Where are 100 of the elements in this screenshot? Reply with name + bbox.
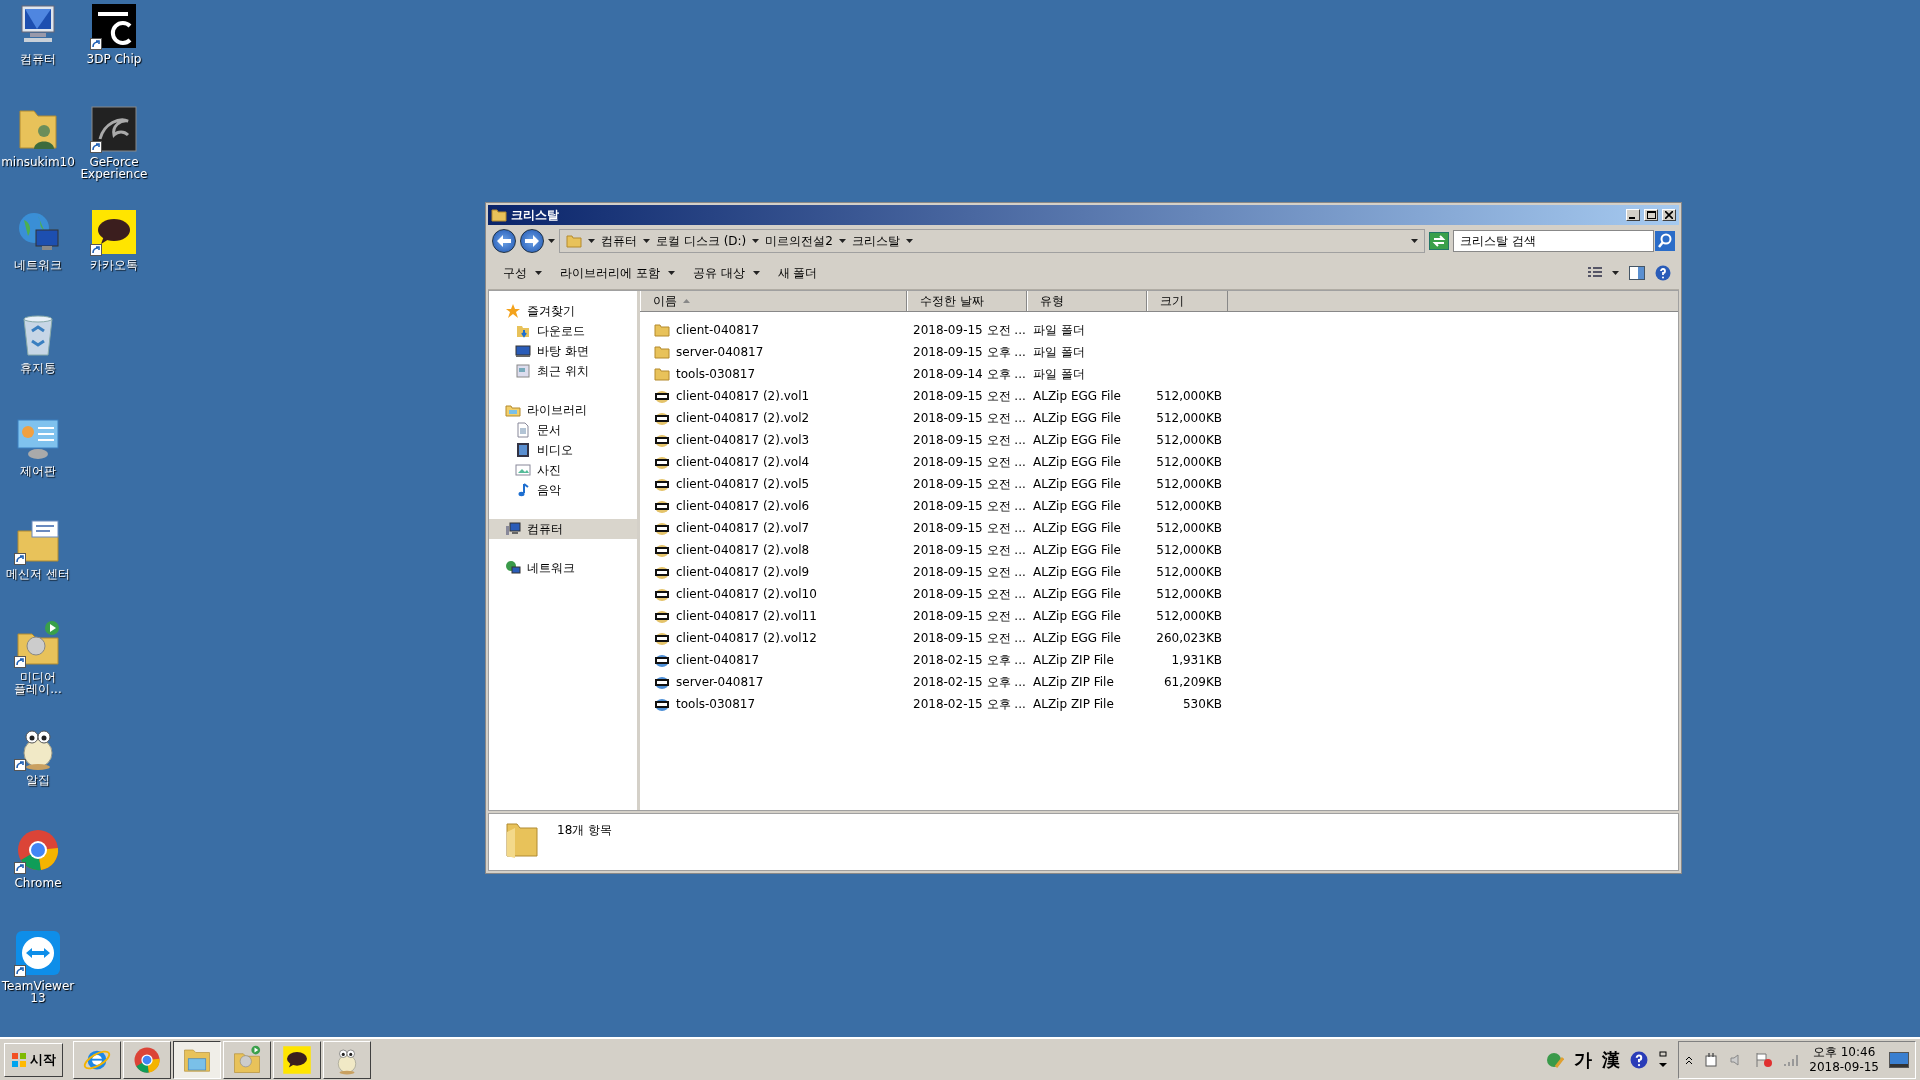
nav-item[interactable]: 즐겨찾기 [489, 301, 637, 321]
picture-icon [515, 462, 531, 478]
desktop-icon-label[interactable]: 컴퓨터 [0, 53, 76, 65]
toolbar-button[interactable]: 라이브러리에 포함 [553, 260, 682, 286]
nav-item[interactable]: 문서 [489, 420, 637, 440]
caret-icon [752, 271, 760, 275]
archive-icon [654, 388, 670, 404]
plug-icon[interactable] [1703, 1051, 1720, 1068]
desktop-icon-label[interactable]: 3DP Chip [76, 53, 152, 65]
address-bar[interactable]: 컴퓨터 로컬 디스크 (D:) 미르의전설2 크리스탈 [559, 229, 1425, 253]
desktop-icon-label[interactable]: 미디어 플레이... [0, 671, 76, 695]
file-name[interactable]: client-040817 (2).vol7 [676, 521, 810, 535]
folder-icon [654, 366, 670, 382]
forward-button[interactable] [520, 229, 544, 253]
close-icon [1665, 211, 1673, 219]
file-name[interactable]: client-040817 (2).vol10 [676, 587, 817, 601]
column-header[interactable]: 수정한 날짜 [907, 291, 1027, 311]
archive-icon [654, 520, 670, 536]
nav-item[interactable]: 네트워크 [489, 558, 637, 578]
file-name[interactable]: client-040817 (2).vol4 [676, 455, 810, 469]
desktop-icon-label[interactable]: minsukim10 [0, 156, 76, 168]
file-type: ALZip EGG File [1032, 565, 1122, 579]
file-name[interactable]: client-040817 (2).vol12 [676, 631, 817, 645]
nav-item[interactable]: 사진 [489, 460, 637, 480]
clock-time[interactable]: 오후 10:46 [1812, 1044, 1876, 1060]
file-name[interactable]: client-040817 [676, 653, 760, 667]
breadcrumb[interactable]: 크리스탈 [851, 232, 900, 250]
file-name[interactable]: client-040817 [676, 323, 760, 337]
nav-item[interactable]: 음악 [489, 480, 637, 500]
desktop-icon-label[interactable]: 네트워크 [0, 259, 76, 271]
search-icon[interactable] [1655, 231, 1675, 251]
nav-item[interactable]: 라이브러리 [489, 400, 637, 420]
column-header[interactable]: 이름 [640, 291, 907, 311]
file-name[interactable]: client-040817 (2).vol1 [676, 389, 810, 403]
file-name[interactable]: client-040817 (2).vol11 [676, 609, 817, 623]
toolbar-button[interactable]: 새 폴더 [770, 260, 825, 286]
desktop-icon-label[interactable]: Chrome [0, 877, 76, 889]
taskbar-button[interactable] [173, 1040, 221, 1079]
monitor-icon [515, 343, 531, 359]
nav-item[interactable]: 컴퓨터 [489, 519, 637, 539]
column-header[interactable]: 크기 [1147, 291, 1228, 311]
restore-icon[interactable] [1658, 1050, 1669, 1069]
item-count: 18개 항목 [557, 822, 613, 839]
nav-item[interactable]: 비디오 [489, 440, 637, 460]
show-desktop-icon[interactable] [1889, 1051, 1909, 1068]
file-name[interactable]: client-040817 (2).vol6 [676, 499, 810, 513]
archive-icon [654, 586, 670, 602]
nav-item[interactable]: 바탕 화면 [489, 341, 637, 361]
file-type: ALZip EGG File [1032, 543, 1122, 557]
file-name[interactable]: client-040817 (2).vol2 [676, 411, 810, 425]
minimize-button[interactable] [1626, 209, 1640, 221]
back-button[interactable] [492, 229, 516, 253]
desktop-icon-label[interactable]: 카카오톡 [76, 259, 152, 271]
file-type: 파일 폴더 [1032, 365, 1086, 383]
file-name[interactable]: server-040817 [676, 675, 764, 689]
column-header[interactable]: 유형 [1027, 291, 1147, 311]
file-name[interactable]: client-040817 (2).vol9 [676, 565, 810, 579]
desktop-icon-label[interactable]: TeamViewer 13 [0, 980, 76, 1004]
desktop-icon-label[interactable]: 제어판 [0, 465, 76, 477]
desktop-icon-label[interactable]: GeForce Experience [76, 156, 152, 180]
ime-mode[interactable]: 漢 [1602, 1047, 1621, 1072]
help-icon[interactable] [1630, 1050, 1649, 1069]
file-name[interactable]: tools-030817 [676, 697, 756, 711]
desktop-icon-label[interactable]: 알집 [0, 774, 76, 786]
file-name[interactable]: client-040817 (2).vol5 [676, 477, 810, 491]
file-type: 파일 폴더 [1032, 343, 1086, 361]
folder-icon [505, 402, 521, 418]
file-size: 512,000KB [1155, 455, 1223, 469]
file-name[interactable]: tools-030817 [676, 367, 756, 381]
preview-pane-icon[interactable] [1629, 266, 1645, 280]
breadcrumb[interactable]: 미르의전설2 [765, 232, 833, 250]
breadcrumb[interactable]: 컴퓨터 [601, 232, 637, 250]
desktop-icon-label[interactable]: 휴지통 [0, 362, 76, 374]
help-icon[interactable] [1655, 265, 1671, 281]
ime-mode[interactable]: 가 [1574, 1047, 1593, 1072]
file-name[interactable]: server-040817 [676, 345, 764, 359]
modified-date: 2018-09-15 오전 ... [912, 431, 1027, 449]
start-button[interactable]: 시작 [4, 1042, 63, 1077]
view-list-icon[interactable] [1588, 267, 1602, 279]
nav-item[interactable]: 최근 위치 [489, 361, 637, 381]
desktop-icon-label[interactable]: 메신저 센터 [0, 568, 76, 580]
clock-date[interactable]: 2018-09-15 [1809, 1059, 1879, 1075]
chevron-up-icon[interactable] [1685, 1055, 1694, 1064]
modified-date: 2018-09-15 오전 ... [912, 321, 1027, 339]
file-type: ALZip ZIP File [1032, 653, 1115, 667]
search-field[interactable]: 크리스탈 검색 [1453, 230, 1654, 252]
shortcut-arrow-icon [14, 553, 26, 565]
refresh-icon[interactable] [1429, 232, 1449, 250]
dropdown-caret-icon [1612, 271, 1619, 275]
maximize-button[interactable] [1644, 209, 1658, 221]
file-type: ALZip EGG File [1032, 499, 1122, 513]
toolbar-button[interactable]: 구성 [496, 260, 549, 286]
start-logo-icon [11, 1051, 27, 1068]
file-name[interactable]: client-040817 (2).vol3 [676, 433, 810, 447]
flag-icon[interactable] [1755, 1051, 1774, 1068]
file-name[interactable]: client-040817 (2).vol8 [676, 543, 810, 557]
nav-item[interactable]: 다운로드 [489, 321, 637, 341]
toolbar-button[interactable]: 공유 대상 [685, 260, 767, 286]
breadcrumb[interactable]: 로컬 디스크 (D:) [656, 232, 747, 250]
close-button[interactable] [1662, 209, 1676, 221]
